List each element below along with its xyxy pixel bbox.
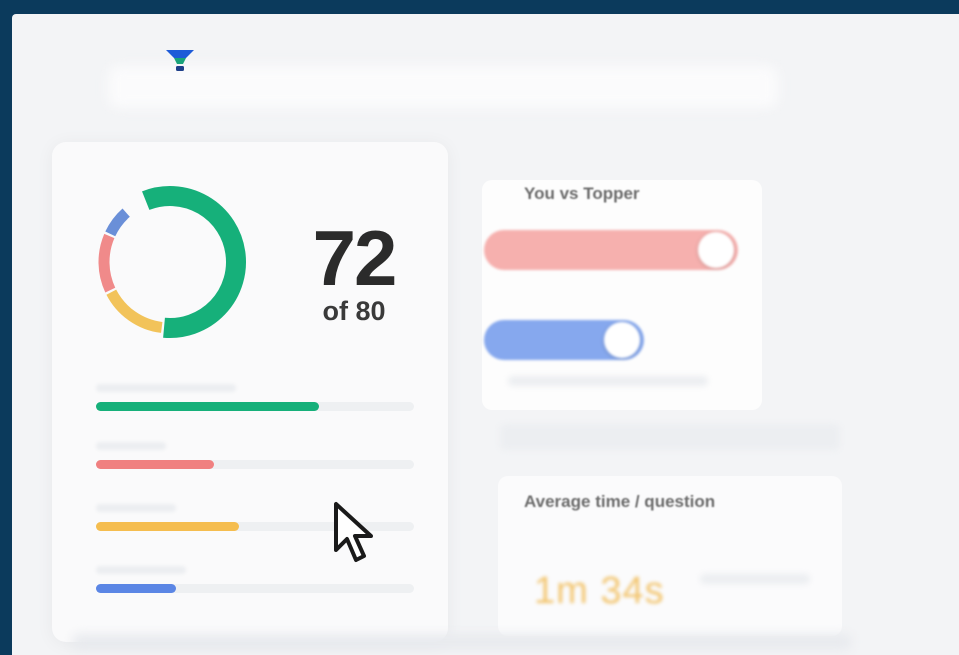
section-bar-track xyxy=(96,460,414,469)
time-value: 1m 34s xyxy=(534,570,665,612)
section-bar-fill xyxy=(96,402,319,411)
section-bar-fill xyxy=(96,460,214,469)
section-bar-fill xyxy=(96,584,176,593)
score-value: 72 xyxy=(312,214,398,302)
donut-segment-0 xyxy=(142,186,246,338)
topper-score-bar xyxy=(484,320,644,360)
score-total: of 80 xyxy=(322,296,386,326)
time-caption xyxy=(700,574,810,584)
section-bar-row-1 xyxy=(96,442,414,469)
section-bar-row-3 xyxy=(96,566,414,593)
mouse-pointer-icon xyxy=(334,502,373,562)
section-bar-track xyxy=(96,584,414,593)
your-score-bar xyxy=(484,230,738,270)
donut-segment-1 xyxy=(106,289,163,333)
time-title: Average time / question xyxy=(524,492,716,511)
divider-strip xyxy=(500,424,840,450)
comparison-title: You vs Topper xyxy=(524,184,640,203)
section-bar-row-0 xyxy=(96,384,414,411)
app-screen: 72 of 80 You vs Topper Average time / qu… xyxy=(12,14,959,655)
section-bar-label xyxy=(96,442,166,450)
section-bar-fill xyxy=(96,522,239,531)
top-bar xyxy=(108,66,778,108)
bottom-strip xyxy=(72,634,852,650)
section-bar-label xyxy=(96,566,186,574)
your-score-knob xyxy=(698,232,734,268)
donut-segment-2 xyxy=(98,233,116,293)
topper-score-knob xyxy=(604,322,640,358)
score-summary: 72 of 80 xyxy=(294,214,414,327)
score-donut-chart xyxy=(98,186,246,338)
section-bar-label xyxy=(96,384,236,392)
section-bar-label xyxy=(96,504,176,512)
comparison-caption xyxy=(508,376,708,386)
donut-segment-3 xyxy=(105,208,131,237)
section-bar-track xyxy=(96,402,414,411)
funnel-logo-icon xyxy=(166,50,194,71)
